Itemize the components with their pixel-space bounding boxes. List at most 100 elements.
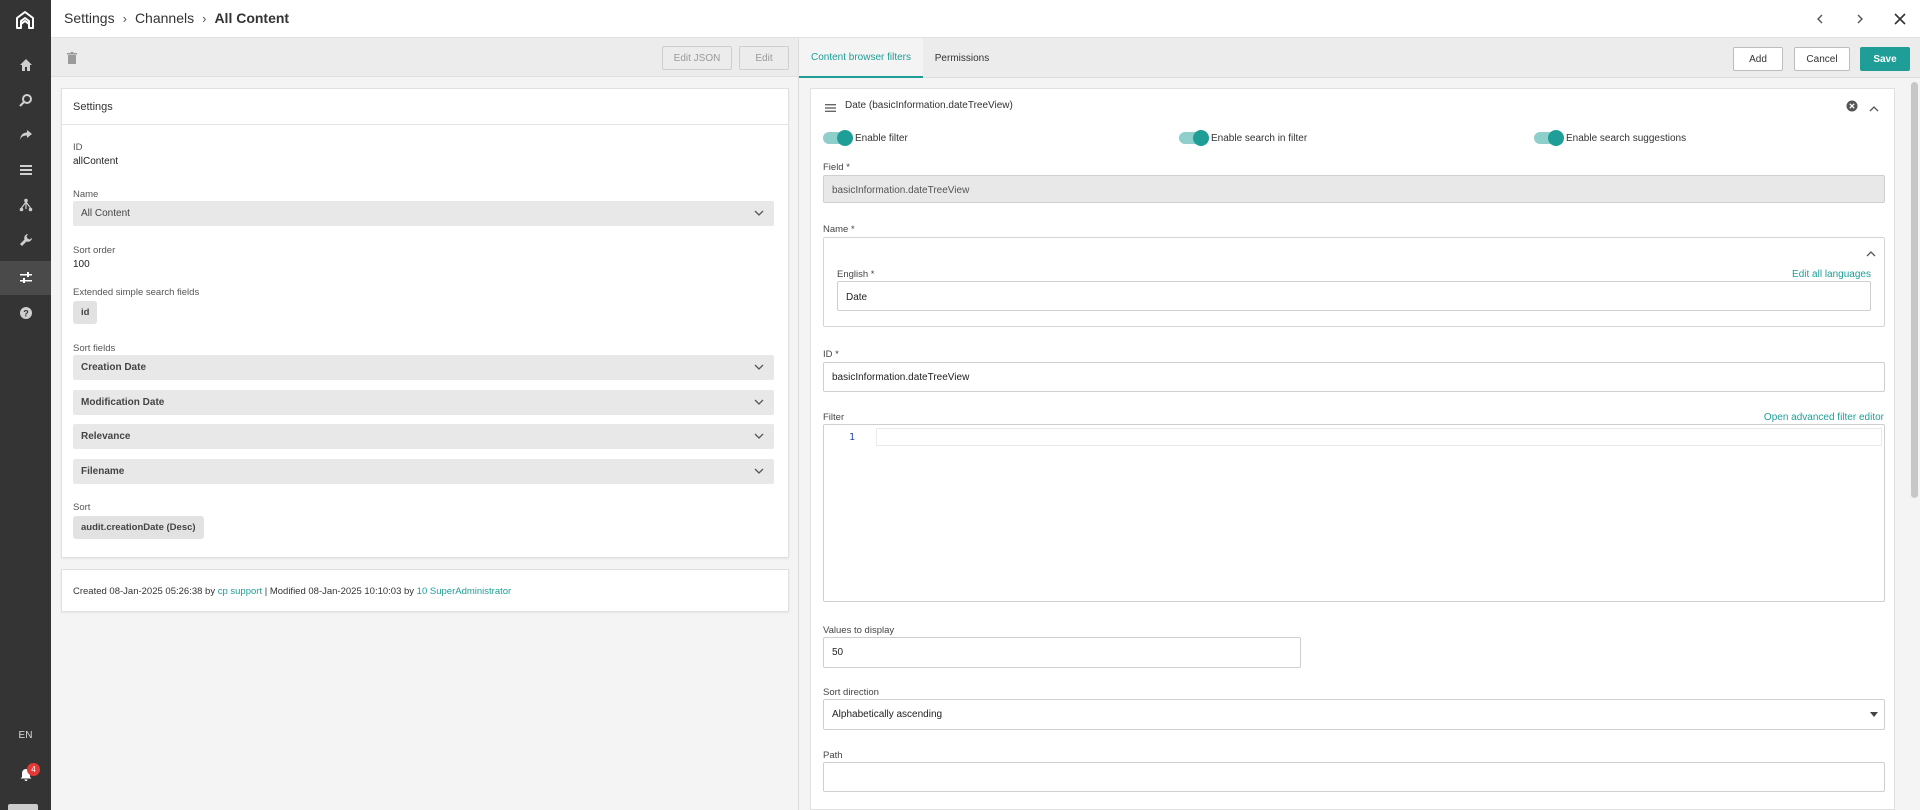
sort-label: Sort: [73, 502, 91, 513]
toggle-label: Enable search in filter: [1211, 132, 1308, 144]
breadcrumb-settings[interactable]: Settings: [64, 10, 115, 26]
wrench-icon[interactable]: [0, 223, 51, 257]
field-input[interactable]: basicInformation.dateTreeView: [823, 175, 1885, 203]
previous-icon[interactable]: [1810, 9, 1830, 29]
toggle-switch: [1179, 130, 1209, 146]
name-label: Name *: [823, 224, 855, 235]
toggle-switch: [1534, 130, 1564, 146]
settings-card: Settings ID allContent Name All Content …: [61, 88, 789, 558]
enable-filter-toggle[interactable]: Enable filter: [823, 130, 908, 146]
enable-search-in-filter-toggle[interactable]: Enable search in filter: [1179, 130, 1308, 146]
toggle-switch: [823, 130, 853, 146]
home-icon[interactable]: [0, 48, 51, 82]
share-icon[interactable]: [0, 118, 51, 152]
path-input[interactable]: [823, 762, 1885, 792]
chevron-right-icon: ›: [122, 10, 127, 26]
edit-button[interactable]: Edit: [739, 46, 789, 70]
name-select[interactable]: All Content: [73, 201, 774, 226]
help-icon[interactable]: ?: [0, 296, 51, 330]
sort-field-row[interactable]: Modification Date: [73, 390, 774, 415]
user-avatar[interactable]: [8, 804, 38, 810]
hierarchy-icon[interactable]: [0, 188, 51, 222]
sort-direction-value: Alphabetically ascending: [832, 709, 943, 720]
filter-label: Filter: [823, 412, 845, 423]
english-name-input[interactable]: Date: [837, 281, 1871, 311]
sort-field-row[interactable]: Relevance: [73, 424, 774, 449]
values-to-display-label: Values to display: [823, 625, 895, 636]
chevron-down-icon: [754, 399, 764, 405]
collapse-icon[interactable]: [1869, 100, 1879, 118]
edit-all-languages-link[interactable]: Edit all languages: [1792, 269, 1871, 280]
modified-text: | Modified 08-Jan-2025 10:10:03 by: [262, 586, 417, 597]
modified-by-link[interactable]: 10 SuperAdministrator: [417, 586, 512, 597]
save-button[interactable]: Save: [1860, 47, 1910, 71]
channel-settings-pane: Edit JSON Edit Settings ID allContent Na…: [51, 38, 798, 810]
delete-icon[interactable]: [67, 51, 77, 69]
name-translations-box: English * Edit all languages Date: [823, 237, 1885, 327]
scrollbar-thumb[interactable]: [1911, 82, 1918, 498]
collapse-icon[interactable]: [1866, 245, 1876, 263]
sort-fields-label: Sort fields: [73, 343, 116, 354]
search-icon[interactable]: [0, 83, 51, 117]
open-advanced-filter-editor-link[interactable]: Open advanced filter editor: [1764, 412, 1884, 423]
close-icon[interactable]: [1890, 9, 1910, 29]
sort-field-row[interactable]: Creation Date: [73, 355, 774, 380]
sort-direction-label: Sort direction: [823, 687, 879, 698]
values-to-display-input[interactable]: 50: [823, 637, 1301, 668]
extended-search-label: Extended simple search fields: [73, 287, 200, 298]
filter-code-editor[interactable]: 1: [823, 424, 1885, 602]
remove-filter-icon[interactable]: [1846, 99, 1858, 117]
next-icon[interactable]: [1850, 9, 1870, 29]
left-toolbar: Edit JSON Edit: [51, 38, 798, 77]
sort-field-label: Relevance: [81, 431, 131, 442]
sliders-icon[interactable]: [0, 261, 51, 295]
enable-search-suggestions-toggle[interactable]: Enable search suggestions: [1534, 130, 1687, 146]
name-select-value: All Content: [81, 208, 130, 219]
name-label: Name: [73, 189, 99, 200]
path-label: Path: [823, 750, 843, 761]
id-input[interactable]: basicInformation.dateTreeView: [823, 362, 1885, 392]
breadcrumb-channels[interactable]: Channels: [135, 10, 194, 26]
add-button[interactable]: Add: [1733, 47, 1783, 71]
line-number: 1: [849, 432, 856, 443]
notification-badge: 4: [27, 763, 40, 776]
created-text: Created 08-Jan-2025 05:26:38 by: [73, 586, 218, 597]
toggle-label: Enable filter: [855, 132, 908, 144]
created-by-link[interactable]: cp support: [218, 586, 262, 597]
extended-search-chip[interactable]: id: [73, 301, 98, 324]
chevron-down-icon: [754, 210, 764, 216]
chevron-down-icon: [754, 364, 764, 370]
field-label: Field *: [823, 162, 850, 173]
svg-text:?: ?: [23, 309, 29, 319]
sort-field-label: Creation Date: [81, 362, 147, 373]
breadcrumb-current: All Content: [214, 10, 290, 26]
sort-field-label: Filename: [81, 466, 125, 477]
drag-handle-icon[interactable]: [825, 100, 836, 118]
breadcrumb: Settings › Channels › All Content: [64, 10, 289, 26]
filter-editor-pane: Content browser filters Permissions Add …: [798, 38, 1920, 810]
toggle-label: Enable search suggestions: [1566, 132, 1687, 144]
caret-down-icon: [1870, 712, 1878, 717]
top-bar: Settings › Channels › All Content: [51, 0, 1920, 38]
english-label: English *: [837, 269, 875, 280]
active-line: [876, 428, 1882, 446]
id-label: ID *: [823, 349, 839, 360]
app-logo-icon[interactable]: [14, 10, 36, 32]
right-toolbar: Content browser filters Permissions Add …: [799, 38, 1920, 78]
language-switcher[interactable]: EN: [0, 730, 51, 741]
sort-chip[interactable]: audit.creationDate (Desc): [73, 516, 204, 539]
sort-field-label: Modification Date: [81, 397, 165, 408]
sort-direction-select[interactable]: Alphabetically ascending: [823, 699, 1885, 730]
chevron-down-icon: [754, 433, 764, 439]
edit-json-button[interactable]: Edit JSON: [662, 46, 732, 70]
cancel-button[interactable]: Cancel: [1794, 47, 1850, 71]
sort-field-row[interactable]: Filename: [73, 459, 774, 484]
tab-permissions[interactable]: Permissions: [923, 38, 1001, 78]
app-sidebar: ? EN 4: [0, 0, 51, 810]
id-label: ID: [73, 142, 83, 153]
sort-order-value: 100: [73, 259, 90, 270]
tab-content-browser-filters[interactable]: Content browser filters: [799, 38, 923, 78]
list-icon[interactable]: [0, 153, 51, 187]
notifications-button[interactable]: 4: [0, 757, 51, 793]
sort-order-label: Sort order: [73, 245, 116, 256]
